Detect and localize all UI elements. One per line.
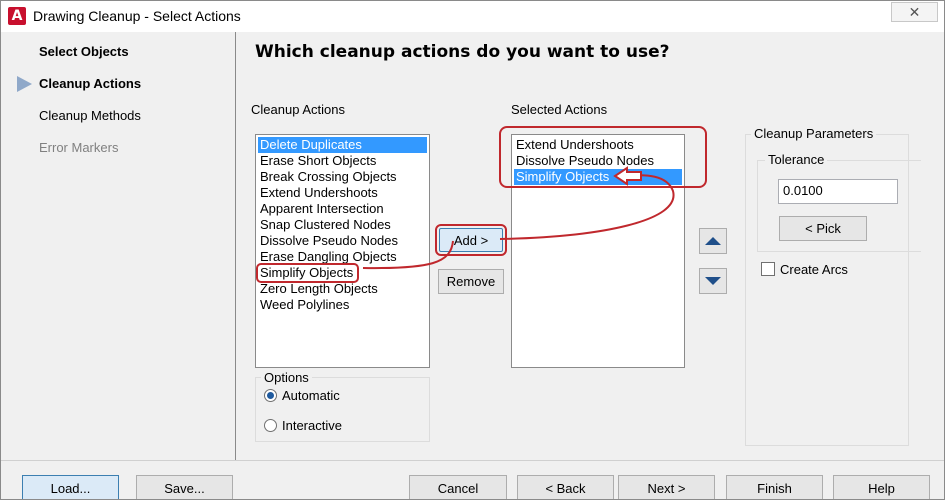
step-cleanup-actions[interactable]: Cleanup Actions xyxy=(39,76,141,91)
selected-actions-label: Selected Actions xyxy=(511,102,608,117)
selected-actions-highlight xyxy=(499,126,707,188)
window-title: Drawing Cleanup - Select Actions xyxy=(33,8,241,24)
move-up-button[interactable] xyxy=(699,228,727,254)
cleanup-actions-label: Cleanup Actions xyxy=(251,102,345,117)
create-arcs-checkbox[interactable] xyxy=(761,262,775,276)
pick-button[interactable]: < Pick xyxy=(779,216,867,241)
move-down-button[interactable] xyxy=(699,268,727,294)
automatic-radio[interactable] xyxy=(264,389,277,402)
step-error-markers: Error Markers xyxy=(39,140,119,155)
autocad-app-icon: A xyxy=(8,7,26,25)
cleanup-actions-list[interactable]: Delete Duplicates Erase Short Objects Br… xyxy=(255,134,430,368)
remove-button[interactable]: Remove xyxy=(438,269,504,294)
cancel-button[interactable]: Cancel xyxy=(409,475,507,499)
list-item[interactable]: Extend Undershoots xyxy=(258,185,427,201)
step-cleanup-methods[interactable]: Cleanup Methods xyxy=(39,108,141,123)
wizard-steps-sidebar: Select Objects Cleanup Actions Cleanup M… xyxy=(1,32,236,460)
options-title: Options xyxy=(261,370,312,385)
help-button[interactable]: Help xyxy=(833,475,930,499)
list-item[interactable]: Dissolve Pseudo Nodes xyxy=(258,233,427,249)
list-item[interactable]: Erase Dangling Objects xyxy=(258,249,427,265)
arrow-down-icon xyxy=(705,277,721,285)
main-panel: Which cleanup actions do you want to use… xyxy=(237,32,944,460)
dialog-footer: Load... Save... Cancel < Back Next > Fin… xyxy=(1,460,944,499)
current-step-arrow-icon xyxy=(17,76,32,92)
create-arcs-label: Create Arcs xyxy=(780,262,848,277)
tolerance-title: Tolerance xyxy=(765,152,828,167)
list-item[interactable]: Erase Short Objects xyxy=(258,153,427,169)
title-bar: A Drawing Cleanup - Select Actions ✕ xyxy=(1,1,944,32)
back-button[interactable]: < Back xyxy=(517,475,614,499)
list-item[interactable]: Break Crossing Objects xyxy=(258,169,427,185)
list-item[interactable]: Apparent Intersection xyxy=(258,201,427,217)
page-title: Which cleanup actions do you want to use… xyxy=(255,42,670,62)
list-item-simplify-objects[interactable]: Simplify Objects xyxy=(255,263,360,283)
interactive-radio[interactable] xyxy=(264,419,277,432)
drawing-cleanup-dialog: A Drawing Cleanup - Select Actions ✕ Sel… xyxy=(0,0,945,500)
automatic-label: Automatic xyxy=(282,388,340,403)
add-button[interactable]: Add > xyxy=(435,224,507,256)
load-button[interactable]: Load... xyxy=(22,475,119,499)
close-button[interactable]: ✕ xyxy=(891,2,938,22)
tolerance-input[interactable]: 0.0100 xyxy=(778,179,898,204)
save-button[interactable]: Save... xyxy=(136,475,233,499)
next-button[interactable]: Next > xyxy=(618,475,715,499)
list-item[interactable]: Weed Polylines xyxy=(258,297,427,313)
cleanup-parameters-title: Cleanup Parameters xyxy=(751,126,877,141)
list-item[interactable]: Snap Clustered Nodes xyxy=(258,217,427,233)
arrow-up-icon xyxy=(705,237,721,245)
list-item[interactable]: Delete Duplicates xyxy=(258,137,427,153)
list-item[interactable]: Zero Length Objects xyxy=(258,281,427,297)
finish-button[interactable]: Finish xyxy=(726,475,823,499)
step-select-objects[interactable]: Select Objects xyxy=(39,44,129,59)
interactive-label: Interactive xyxy=(282,418,342,433)
